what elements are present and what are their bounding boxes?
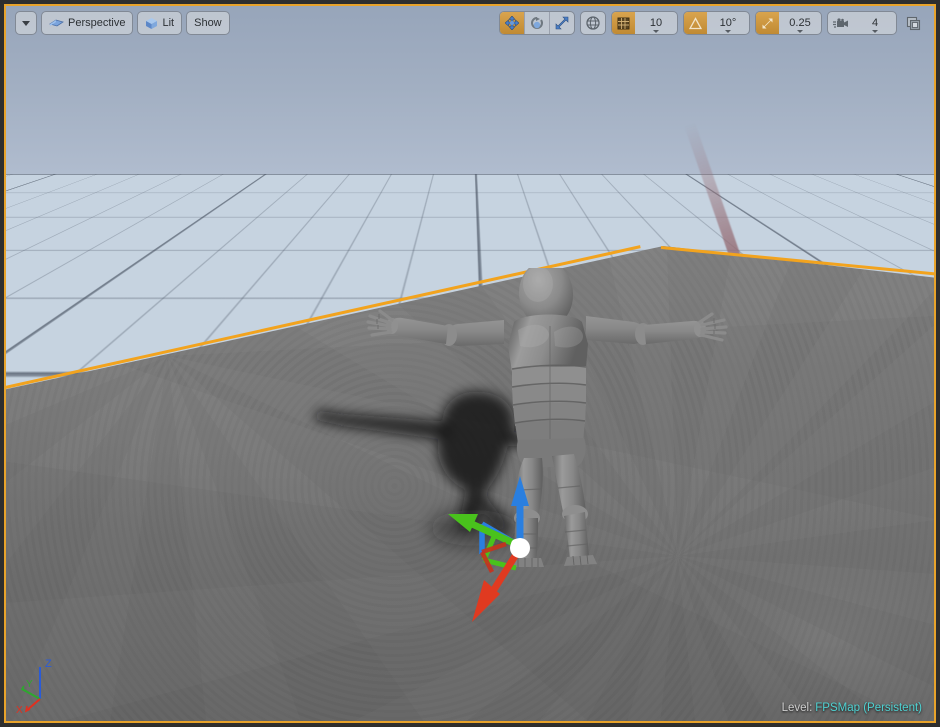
rotate-mode-button[interactable] <box>524 12 549 34</box>
axis-indicator-y: Y <box>20 679 41 700</box>
view-type-label: Perspective <box>68 17 126 29</box>
mannequin-right-arm <box>586 312 728 345</box>
camera-speed-icon <box>833 17 848 28</box>
grid-snap-value[interactable]: 10 <box>635 12 677 34</box>
angle-icon <box>689 16 702 29</box>
maximize-viewport-icon <box>906 16 920 30</box>
translate-mode-button[interactable] <box>500 12 524 34</box>
level-name: FPSMap (Persistent) <box>815 702 922 714</box>
scale-snap-value-text: 0.25 <box>789 17 811 29</box>
angle-snap-value[interactable]: 10° <box>707 12 749 34</box>
rotate-icon <box>531 17 543 29</box>
scale-snap-toggle[interactable] <box>756 12 779 34</box>
move-arrows-icon <box>505 16 519 30</box>
axis-label-y: Y <box>26 679 33 690</box>
show-menu-group: Show <box>186 11 230 35</box>
axis-indicator-z: Z <box>39 658 52 699</box>
viewport-options-button[interactable] <box>16 12 36 34</box>
camera-speed-group: 4 <box>827 11 897 35</box>
chevron-down-icon <box>797 30 803 33</box>
globe-icon <box>586 16 600 30</box>
mannequin-torso <box>508 314 588 468</box>
show-menu-label: Show <box>194 17 222 29</box>
transform-mode-group <box>499 11 575 35</box>
chevron-down-icon <box>872 30 878 33</box>
scale-snap-group: 0.25 <box>755 11 822 35</box>
scale-snap-value[interactable]: 0.25 <box>779 12 821 34</box>
view-mode-group: Lit <box>137 11 183 35</box>
viewport-toolbar-right: 10 10° 0.25 4 <box>499 11 924 35</box>
chevron-down-icon <box>22 21 30 26</box>
show-menu-button[interactable]: Show <box>187 12 229 34</box>
viewport-options-group <box>15 11 37 35</box>
viewport-toolbar-left: Perspective Lit Show <box>15 11 230 35</box>
camera-speed-value[interactable]: 4 <box>854 12 896 34</box>
angle-snap-value-text: 10° <box>719 17 737 29</box>
camera-speed-value-text: 4 <box>871 17 879 29</box>
angle-snap-group: 10° <box>683 11 750 35</box>
coordinate-system-button[interactable] <box>581 12 605 34</box>
scale-arrow-icon <box>555 16 569 30</box>
cube-icon <box>146 17 158 29</box>
axis-label-z: Z <box>45 658 52 670</box>
axis-indicator-x: X <box>16 698 41 715</box>
viewport-axis-indicator: Z Y X <box>16 658 52 715</box>
angle-snap-toggle[interactable] <box>684 12 707 34</box>
scale-mode-button[interactable] <box>549 12 574 34</box>
view-mode-label: Lit <box>162 17 175 29</box>
gizmo-xy-plane-handle[interactable] <box>479 541 507 574</box>
camera-speed-toggle[interactable] <box>828 12 854 34</box>
level-status-text: Level: FPSMap (Persistent) <box>782 702 922 714</box>
coordinate-system-group <box>580 11 606 35</box>
grid-icon <box>617 17 630 29</box>
translate-gizmo[interactable] <box>436 468 606 628</box>
grid-snap-toggle[interactable] <box>612 12 635 34</box>
gizmo-z-axis[interactable] <box>511 476 529 546</box>
grid-snap-value-text: 10 <box>649 17 663 29</box>
view-mode-button[interactable]: Lit <box>138 12 181 34</box>
chevron-down-icon <box>653 30 659 33</box>
gizmo-x-axis[interactable] <box>472 546 523 622</box>
view-type-button[interactable]: Perspective <box>42 12 132 34</box>
level-label: Level: <box>781 702 813 714</box>
chevron-down-icon <box>725 30 731 33</box>
axis-label-x: X <box>16 705 23 715</box>
scale-snap-icon <box>762 18 773 28</box>
camera-icon <box>49 19 64 27</box>
mannequin-left-arm <box>366 309 504 346</box>
maximize-viewport-button[interactable] <box>902 12 924 34</box>
viewport-window: Z Y X Level: FPSMap (Persistent) Perspec… <box>0 0 940 727</box>
gizmo-center-handle[interactable] <box>510 538 530 558</box>
grid-snap-group: 10 <box>611 11 678 35</box>
perspective-viewport-scene[interactable]: Z Y X Level: FPSMap (Persistent) Perspec… <box>6 6 934 721</box>
view-type-group: Perspective <box>41 11 134 35</box>
